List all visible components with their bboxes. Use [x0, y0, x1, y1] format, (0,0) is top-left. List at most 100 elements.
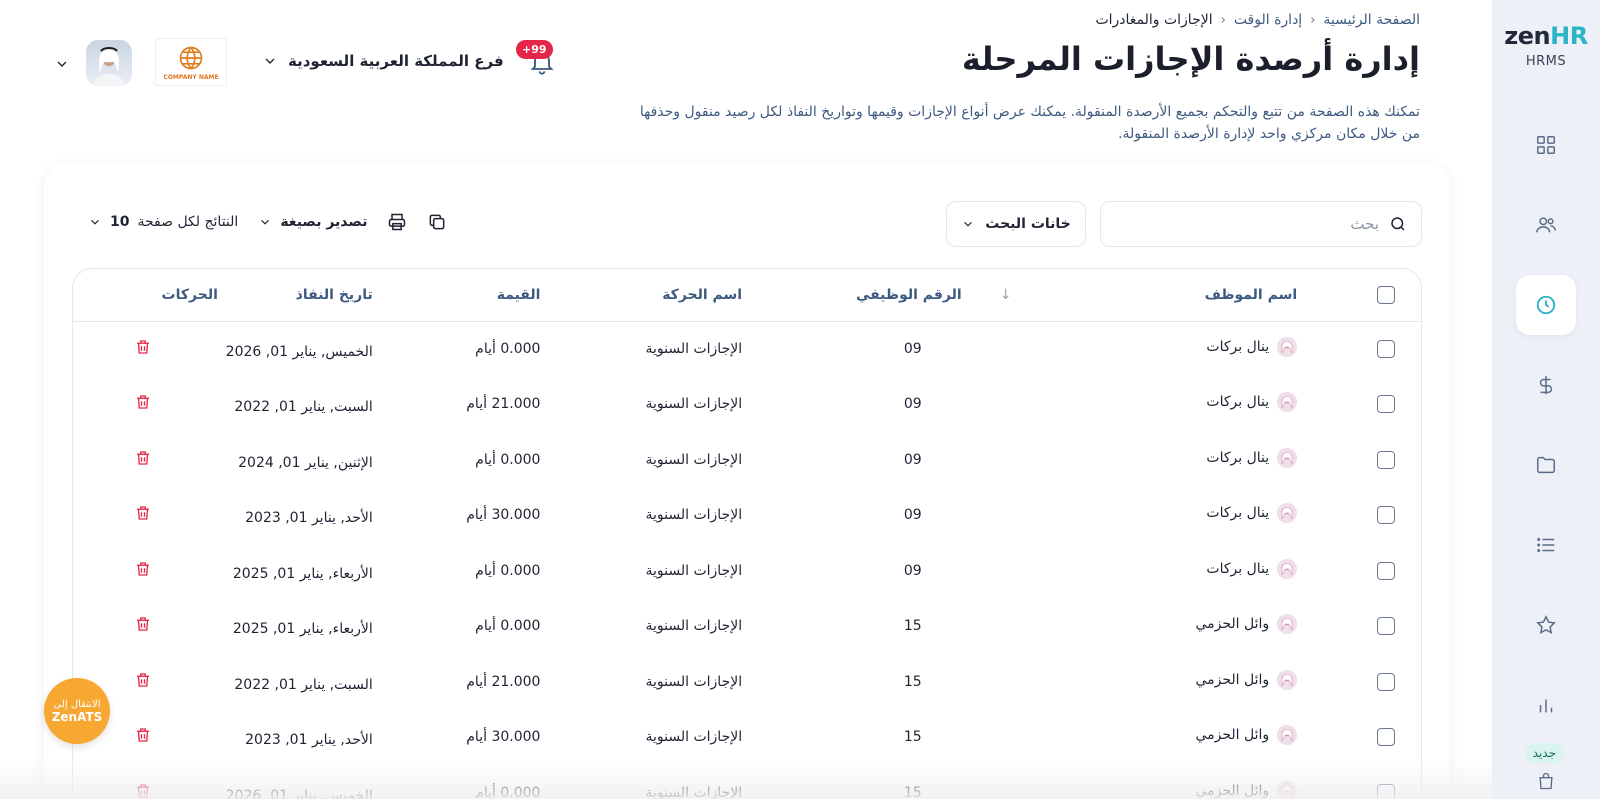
- employee-cell: وائل الحزمي: [1131, 654, 1351, 710]
- row-select-cell: [1351, 654, 1421, 710]
- sidebar-item-employees[interactable]: [1516, 195, 1576, 255]
- delete-icon[interactable]: [134, 560, 152, 578]
- employee-name[interactable]: ينال بركات: [1206, 505, 1269, 521]
- sidebar: zenHR HRMS جديد: [1492, 0, 1600, 799]
- row-checkbox[interactable]: [1377, 450, 1396, 469]
- effective-date: السبت, يناير 01, 2022: [234, 399, 373, 416]
- employee-avatar: [1277, 669, 1298, 690]
- employee-name[interactable]: ينال بركات: [1206, 394, 1269, 410]
- sort-arrow-icon[interactable]: ↓: [1000, 287, 1012, 303]
- column-transaction-name[interactable]: اسم الحركة: [562, 269, 752, 321]
- sidebar-item-payroll[interactable]: [1516, 355, 1576, 415]
- breadcrumb-current: الإجازات والمغادرات: [1095, 12, 1213, 28]
- per-page-selector[interactable]: النتائج لكل صفحة 10: [88, 214, 238, 230]
- dollar-icon: [1539, 375, 1553, 395]
- employee-avatar: [1277, 725, 1298, 746]
- row-checkbox[interactable]: [1377, 728, 1396, 747]
- delete-icon[interactable]: [134, 504, 152, 522]
- employee-avatar: [1277, 614, 1298, 635]
- date-actions-cell: السبت, يناير 01, 2022: [73, 377, 373, 433]
- row-checkbox[interactable]: [1377, 561, 1396, 580]
- row-checkbox[interactable]: [1377, 395, 1396, 414]
- spacer-cell: [972, 765, 1132, 799]
- branch-selector[interactable]: فرع المملكة العربية السعودية: [262, 52, 504, 70]
- sidebar-item-dashboard[interactable]: [1516, 115, 1576, 175]
- zenats-switch-button[interactable]: الانتقال إلى ZenATS: [44, 678, 110, 744]
- notifications-button[interactable]: +99: [516, 40, 560, 80]
- employee-id: 15: [903, 618, 922, 635]
- date-actions-cell: الأحد, يناير 01, 2023: [73, 488, 373, 544]
- effective-date: السبت, يناير 01, 2022: [234, 676, 373, 693]
- employee-avatar: [1277, 503, 1298, 524]
- employee-id: 09: [903, 341, 922, 357]
- sidebar-item-documents[interactable]: [1516, 435, 1576, 495]
- search-fields-dropdown[interactable]: خانات البحث: [946, 201, 1086, 247]
- row-select-cell: [1351, 377, 1421, 433]
- row-checkbox[interactable]: [1377, 672, 1396, 691]
- employee-avatar: [1277, 392, 1298, 413]
- column-value[interactable]: القيمة: [373, 269, 563, 321]
- delete-icon[interactable]: [134, 615, 152, 633]
- employee-id: 09: [903, 396, 922, 413]
- employee-avatar: [1277, 780, 1298, 799]
- sidebar-item-reports[interactable]: [1516, 675, 1576, 735]
- value: 30.000 أيام: [466, 507, 541, 524]
- zenats-line2: ZenATS: [51, 709, 103, 724]
- delete-icon[interactable]: [134, 671, 152, 689]
- print-button[interactable]: [387, 212, 407, 232]
- row-checkbox[interactable]: [1377, 617, 1396, 636]
- delete-icon[interactable]: [134, 449, 152, 467]
- select-all-checkbox[interactable]: [1377, 285, 1396, 304]
- row-select-cell: [1351, 488, 1421, 544]
- effective-date: الإثنين, يناير 01, 2024: [238, 454, 373, 471]
- value: 0.000 أيام: [475, 784, 541, 799]
- delete-icon[interactable]: [134, 782, 152, 799]
- logo-brand: zenHR: [1504, 22, 1588, 50]
- balances-table-container: اسم الموظف ↓ الرقم الوظيفي اسم الحركة ال…: [72, 268, 1422, 799]
- search-input[interactable]: [1179, 215, 1379, 233]
- employee-cell: ينال بركات: [1131, 321, 1351, 377]
- employee-name[interactable]: وائل الحزمي: [1195, 672, 1269, 688]
- sidebar-item-requests[interactable]: [1516, 515, 1576, 575]
- bag-icon[interactable]: [1536, 771, 1556, 795]
- breadcrumb-home[interactable]: الصفحة الرئيسية: [1323, 12, 1420, 28]
- column-employee-id[interactable]: الرقم الوظيفي: [752, 269, 972, 321]
- chevron-down-icon: [265, 58, 275, 64]
- delete-icon[interactable]: [134, 393, 152, 411]
- employee-name[interactable]: ينال بركات: [1206, 339, 1269, 355]
- row-select-cell: [1351, 765, 1421, 799]
- column-effective-date-label[interactable]: تاريخ النفاذ: [223, 287, 373, 303]
- spacer-cell: [972, 543, 1132, 599]
- employee-cell: وائل الحزمي: [1131, 765, 1351, 799]
- per-page-label: النتائج لكل صفحة: [137, 214, 239, 230]
- user-avatar[interactable]: [86, 40, 132, 86]
- list-icon: [1537, 538, 1555, 552]
- zenhr-logo[interactable]: zenHR HRMS: [1504, 22, 1588, 69]
- user-menu-toggle[interactable]: [54, 56, 70, 76]
- copy-button[interactable]: [427, 212, 447, 232]
- employee-name[interactable]: ينال بركات: [1206, 561, 1269, 577]
- logo-subtitle: HRMS: [1525, 54, 1567, 69]
- spacer-cell: [972, 321, 1132, 377]
- search-box[interactable]: [1100, 201, 1422, 247]
- row-checkbox[interactable]: [1377, 506, 1396, 525]
- value: 0.000 أيام: [475, 451, 541, 468]
- employee-name[interactable]: وائل الحزمي: [1195, 727, 1269, 743]
- table-row: وائل الحزمي 15 الإجازات السنوية 0.000 أيام ا…: [73, 765, 1421, 799]
- balances-table: اسم الموظف ↓ الرقم الوظيفي اسم الحركة ال…: [73, 269, 1421, 799]
- sidebar-item-time[interactable]: [1516, 275, 1576, 335]
- breadcrumb-section[interactable]: إدارة الوقت: [1234, 12, 1302, 28]
- employee-name[interactable]: ينال بركات: [1206, 450, 1269, 466]
- value: 21.000 أيام: [466, 396, 541, 413]
- employee-name[interactable]: وائل الحزمي: [1195, 616, 1269, 632]
- row-checkbox[interactable]: [1377, 783, 1396, 799]
- delete-icon[interactable]: [134, 726, 152, 744]
- branch-label: فرع المملكة العربية السعودية: [288, 52, 504, 70]
- row-checkbox[interactable]: [1377, 340, 1396, 358]
- export-dropdown[interactable]: تصدير بصيغة: [258, 214, 367, 230]
- delete-icon[interactable]: [134, 338, 152, 356]
- column-employee-name[interactable]: اسم الموظف: [1131, 269, 1351, 321]
- employee-cell: ينال بركات: [1131, 432, 1351, 488]
- sidebar-item-performance[interactable]: [1516, 595, 1576, 655]
- employee-name[interactable]: وائل الحزمي: [1195, 783, 1269, 799]
